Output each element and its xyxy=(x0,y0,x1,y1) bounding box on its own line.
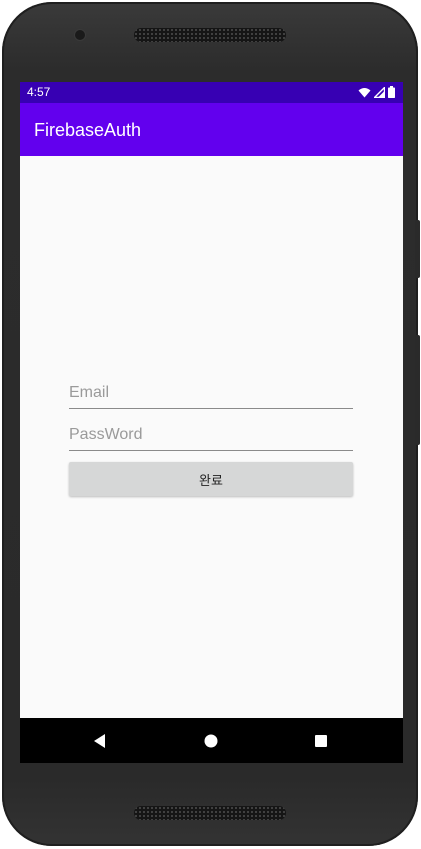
status-bar: 4:57 xyxy=(20,82,403,103)
submit-button[interactable]: 완료 xyxy=(69,462,353,496)
status-time: 4:57 xyxy=(27,85,51,99)
app-bar: FirebaseAuth xyxy=(20,103,403,156)
home-circle-icon[interactable] xyxy=(202,732,220,750)
status-icons xyxy=(358,86,395,98)
device-frame: 4:57 FirebaseAuth Email 완료 xyxy=(2,2,418,846)
navigation-bar xyxy=(20,718,403,763)
volume-button xyxy=(415,220,420,278)
password-field[interactable] xyxy=(69,420,353,451)
top-speaker xyxy=(134,28,286,42)
wifi-icon xyxy=(358,87,371,97)
device-screen: 4:57 FirebaseAuth Email 완료 xyxy=(20,82,403,763)
email-field[interactable] xyxy=(69,378,353,409)
app-title: FirebaseAuth xyxy=(34,120,142,140)
battery-icon xyxy=(388,86,395,98)
bottom-speaker xyxy=(134,806,286,820)
signal-icon xyxy=(374,86,385,98)
password-input[interactable] xyxy=(69,420,353,450)
back-triangle-icon[interactable] xyxy=(91,732,109,750)
power-button xyxy=(415,335,420,445)
email-input[interactable] xyxy=(69,378,353,408)
front-camera xyxy=(75,30,85,40)
recents-square-icon[interactable] xyxy=(312,732,330,750)
